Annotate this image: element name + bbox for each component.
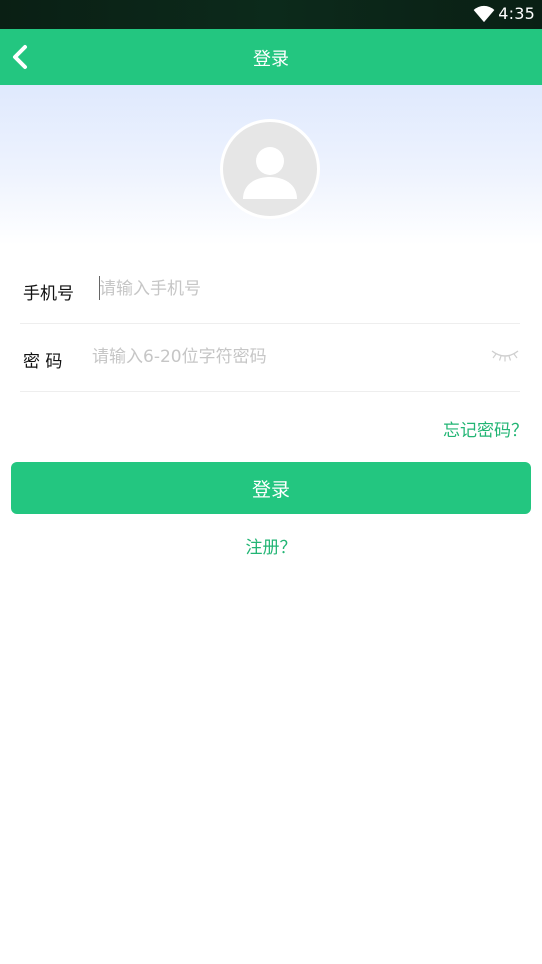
status-bar: 4:35 [0,0,542,29]
wifi-icon [473,5,495,23]
register-link[interactable]: 注册？ [0,533,542,558]
phone-input[interactable] [99,274,499,304]
login-button[interactable]: 登录 [11,462,531,514]
phone-label: 手机号 [23,284,74,304]
status-time: 4:35 [498,4,535,23]
password-label: 密 码 [23,352,63,372]
page-title: 登录 [253,49,289,70]
phone-row: 手机号 [20,255,520,324]
text-cursor [99,276,100,300]
password-row: 密 码 [20,323,520,392]
forgot-password-link[interactable]: 忘记密码？ [443,416,528,441]
user-placeholder-icon [223,122,317,216]
eye-closed-icon[interactable] [490,347,520,363]
avatar[interactable] [220,119,320,219]
password-input[interactable] [92,342,482,372]
app-bar: 登录 [0,29,542,85]
